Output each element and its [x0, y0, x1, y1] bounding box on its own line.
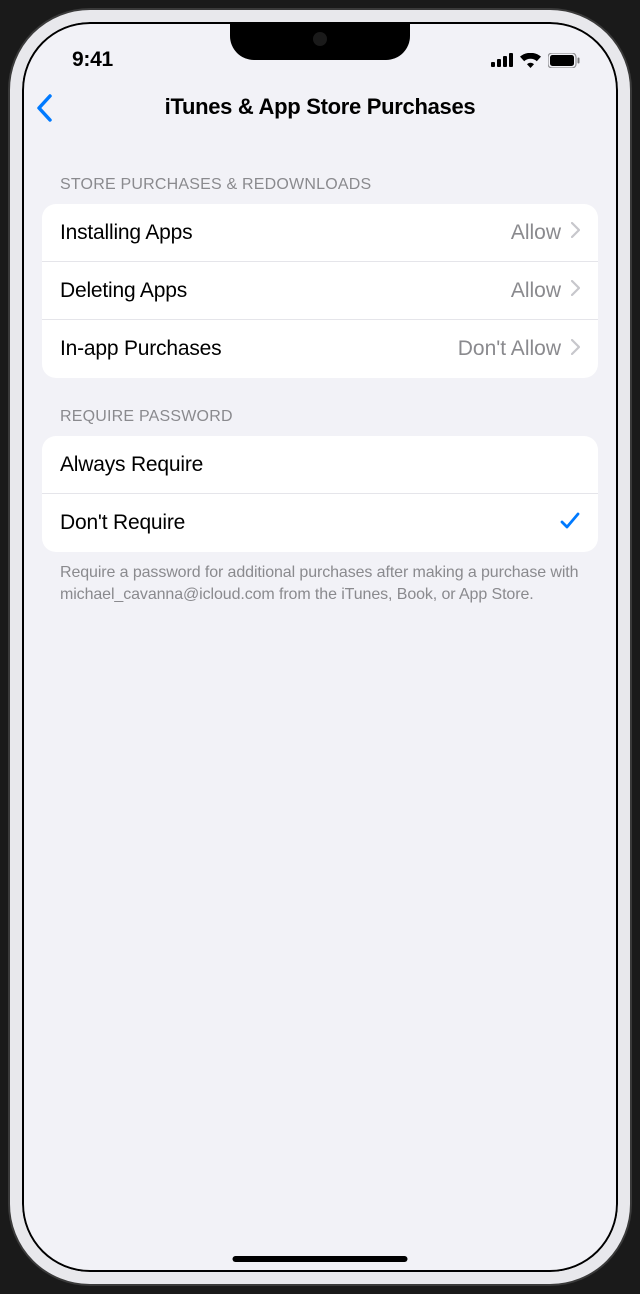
row-label: Installing Apps: [60, 221, 192, 245]
row-label: In-app Purchases: [60, 337, 221, 361]
row-label: Don't Require: [60, 511, 185, 535]
always-require-row[interactable]: Always Require: [42, 436, 598, 494]
status-indicators: [491, 53, 580, 68]
chevron-right-icon: [571, 280, 580, 301]
installing-apps-row[interactable]: Installing Apps Allow: [42, 204, 598, 262]
row-label: Deleting Apps: [60, 279, 187, 303]
cellular-signal-icon: [491, 53, 513, 67]
chevron-right-icon: [571, 222, 580, 243]
row-trailing: Allow: [511, 279, 580, 303]
in-app-purchases-row[interactable]: In-app Purchases Don't Allow: [42, 320, 598, 378]
notch: [230, 22, 410, 60]
chevron-right-icon: [571, 339, 580, 360]
checkmark-icon: [560, 512, 580, 535]
row-value: Allow: [511, 221, 561, 245]
navigation-bar: iTunes & App Store Purchases: [22, 80, 618, 138]
row-value: Don't Allow: [458, 337, 561, 361]
row-value: Allow: [511, 279, 561, 303]
status-time: 9:41: [72, 48, 113, 72]
section-header-require-password: REQUIRE PASSWORD: [42, 378, 598, 436]
wifi-icon: [520, 53, 541, 68]
home-indicator[interactable]: [233, 1256, 408, 1262]
section-footer-require-password: Require a password for additional purcha…: [42, 552, 598, 605]
dont-require-row[interactable]: Don't Require: [42, 494, 598, 552]
row-trailing: Allow: [511, 221, 580, 245]
page-title: iTunes & App Store Purchases: [40, 94, 600, 120]
section-header-store-purchases: STORE PURCHASES & REDOWNLOADS: [42, 138, 598, 204]
row-trailing: Don't Allow: [458, 337, 580, 361]
phone-frame: 9:41 iTunes & App Store Purchases STORE …: [10, 10, 630, 1284]
require-password-list: Always Require Don't Require: [42, 436, 598, 552]
battery-icon: [548, 53, 580, 68]
store-purchases-list: Installing Apps Allow Deleting Apps Allo…: [42, 204, 598, 378]
back-button[interactable]: [36, 94, 53, 122]
deleting-apps-row[interactable]: Deleting Apps Allow: [42, 262, 598, 320]
content-area: STORE PURCHASES & REDOWNLOADS Installing…: [22, 138, 618, 605]
row-label: Always Require: [60, 453, 203, 477]
